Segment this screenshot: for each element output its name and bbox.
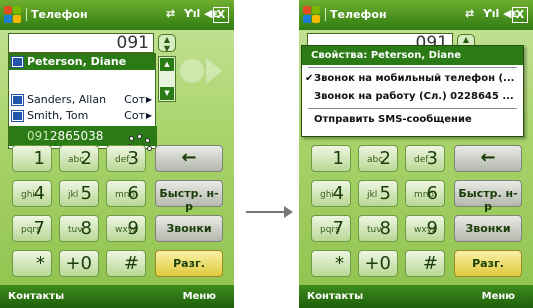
key-4[interactable]: ghi 4 xyxy=(12,180,52,207)
menu-item-send-sms[interactable]: Отправить SMS-сообщение xyxy=(302,111,523,129)
menu-softkey[interactable]: Меню xyxy=(482,291,515,302)
call-history-button[interactable]: Звонки xyxy=(155,215,223,242)
backspace-button[interactable]: ← xyxy=(454,145,522,172)
signal-icon[interactable]: Ƴıl xyxy=(184,7,200,20)
key-6[interactable]: mno 6 xyxy=(106,180,146,207)
speed-dial-button[interactable]: Быстр. н-р xyxy=(155,180,223,213)
close-button[interactable]: X xyxy=(512,7,528,23)
number-entry-field[interactable]: 091 xyxy=(8,33,154,53)
key-hash[interactable]: # xyxy=(405,250,445,277)
transition-arrow xyxy=(246,211,286,213)
connectivity-icon[interactable]: ⇄ xyxy=(465,7,474,20)
talk-button[interactable]: Разг. xyxy=(454,250,522,277)
menu-item-call-work[interactable]: Звонок на работу (Сл.) 0228645 ... xyxy=(302,88,523,106)
key-star[interactable]: * xyxy=(311,250,351,277)
chevron-right-icon[interactable]: ▶ xyxy=(146,92,152,108)
softkey-bar: Контакты Меню xyxy=(0,285,234,308)
menu-divider xyxy=(308,67,517,68)
key-3[interactable]: def 3 xyxy=(405,145,445,172)
backspace-button[interactable]: ← xyxy=(155,145,223,172)
contacts-softkey[interactable]: Контакты xyxy=(307,291,363,302)
phone-screen-dialer: Телефон ⇄ Ƴıl ◀ε X 091 ▲ ▼ Peterson, Dian… xyxy=(0,0,234,308)
key-star[interactable]: * xyxy=(12,250,52,277)
arrow-head-icon xyxy=(284,206,293,218)
phone-screen-menu: Телефон ⇄ Ƴıl ◀ε X 091 ▲▼ Свойства: Pete… xyxy=(299,0,533,308)
menu-properties-item[interactable]: Свойства: Peterson, Diane xyxy=(302,46,523,65)
key-0[interactable]: +0 xyxy=(358,250,398,277)
key-4[interactable]: ghi 4 xyxy=(311,180,351,207)
phone-type-label: Сот xyxy=(124,109,145,122)
key-hash[interactable]: # xyxy=(106,250,146,277)
speed-dial-button[interactable]: Быстр. н-р xyxy=(454,180,522,213)
key-8[interactable]: tuv 8 xyxy=(59,215,99,242)
scroll-down-button[interactable]: ▼ xyxy=(160,87,174,100)
title-bar: Телефон ⇄ Ƴıl ◀ε X xyxy=(0,0,234,30)
key-6[interactable]: mno 6 xyxy=(405,180,445,207)
key-2[interactable]: abc 2 xyxy=(59,145,99,172)
key-1[interactable]: 1 xyxy=(311,145,351,172)
contact-name: Sanders, Allan xyxy=(27,93,107,106)
contact-name: Smith, Tom xyxy=(27,109,89,122)
contact-name: Peterson, Diane xyxy=(27,55,127,68)
menu-divider xyxy=(308,108,517,109)
signal-icon[interactable]: Ƴıl xyxy=(483,7,499,20)
menu-softkey[interactable]: Меню xyxy=(183,291,216,302)
app-title: Телефон xyxy=(26,8,88,21)
key-2[interactable]: abc 2 xyxy=(358,145,398,172)
contacts-softkey[interactable]: Контакты xyxy=(8,291,64,302)
number-prefix: 091 xyxy=(27,129,50,143)
softkey-bar: Контакты Меню xyxy=(299,285,533,308)
key-3[interactable]: def 3 xyxy=(106,145,146,172)
list-item[interactable]: Sanders, Allan Сот ▶ xyxy=(9,92,155,108)
key-9[interactable]: wxyz 9 xyxy=(405,215,445,242)
contact-card-icon xyxy=(12,111,23,121)
connectivity-icon[interactable]: ⇄ xyxy=(166,7,175,20)
chevron-right-icon[interactable]: ▶ xyxy=(146,108,152,124)
list-item[interactable]: Smith, Tom Сот ▶ xyxy=(9,108,155,124)
app-title: Телефон xyxy=(325,8,387,21)
key-1[interactable]: 1 xyxy=(12,145,52,172)
windows-logo-icon[interactable] xyxy=(303,6,321,24)
call-history-button[interactable]: Звонки xyxy=(454,215,522,242)
context-menu: Свойства: Peterson, Diane ✔ Звонок на мо… xyxy=(301,45,524,137)
scroll-up-button[interactable]: ▲ xyxy=(160,58,174,71)
phone-type-label: Сот xyxy=(124,93,145,106)
phone-watermark-icon xyxy=(180,58,222,84)
menu-item-call-mobile[interactable]: ✔ Звонок на мобильный телефон (... xyxy=(302,70,523,88)
title-bar: Телефон ⇄ Ƴıl ◀ε X xyxy=(299,0,533,30)
key-5[interactable]: jkl 5 xyxy=(358,180,398,207)
expand-list-button[interactable]: ▲▼ xyxy=(158,34,176,53)
checkmark-icon: ✔ xyxy=(305,73,314,84)
contact-card-icon xyxy=(12,57,23,67)
close-button[interactable]: X xyxy=(213,7,229,23)
key-7[interactable]: pqrs 7 xyxy=(311,215,351,242)
list-item[interactable]: Peterson, Diane xyxy=(9,54,155,70)
contact-card-icon xyxy=(12,95,23,105)
windows-logo-icon[interactable] xyxy=(4,6,22,24)
key-8[interactable]: tuv 8 xyxy=(358,215,398,242)
key-9[interactable]: wxyz 9 xyxy=(106,215,146,242)
list-scrollbar[interactable]: ▲ ▼ xyxy=(158,56,176,102)
key-5[interactable]: jkl 5 xyxy=(59,180,99,207)
contact-list: Peterson, Diane 0912865038 Sanders, Alla… xyxy=(8,53,157,155)
key-7[interactable]: pqrs 7 xyxy=(12,215,52,242)
talk-button[interactable]: Разг. xyxy=(155,250,223,277)
number-rest: 2865038 xyxy=(49,129,104,143)
key-0[interactable]: +0 xyxy=(59,250,99,277)
